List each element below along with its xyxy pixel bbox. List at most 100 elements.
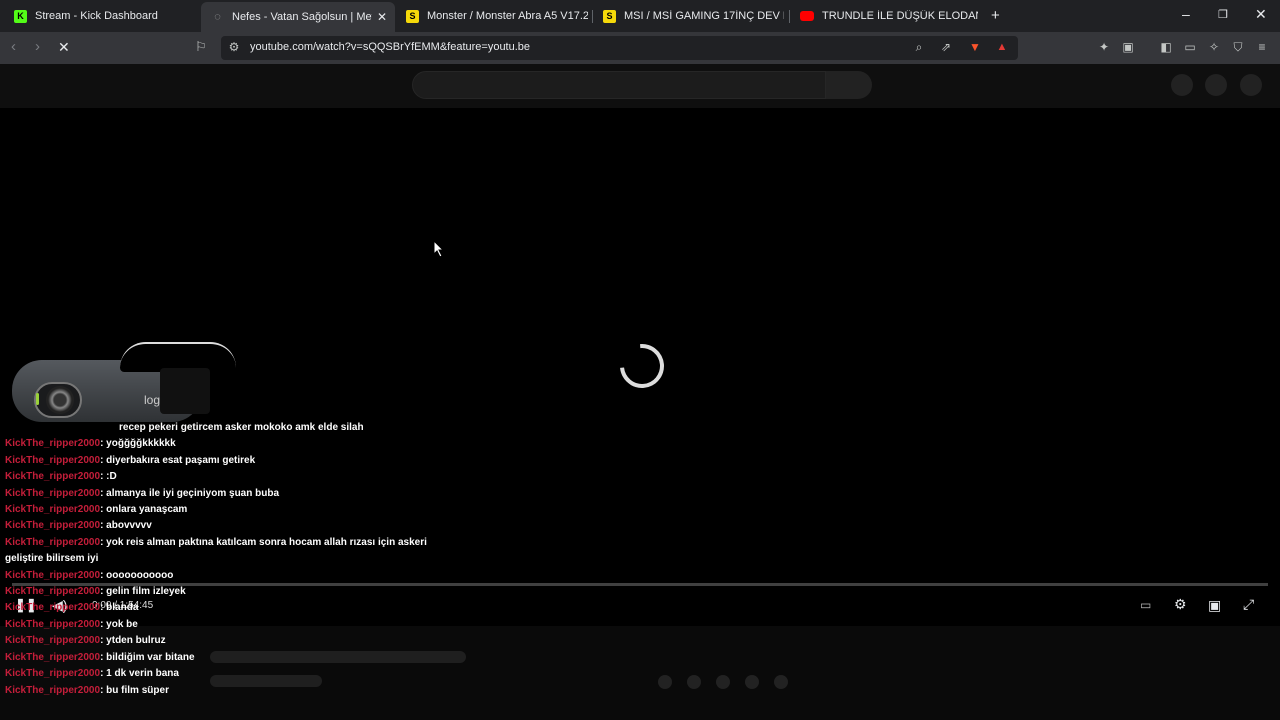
chat-message: KickThe_ripper2000: bildiğim var bitane <box>5 650 445 666</box>
header-icon-skeleton <box>1205 74 1227 96</box>
kick-favicon-icon: K <box>14 9 27 23</box>
chat-text: : ooooooooooo <box>100 569 174 581</box>
close-window-icon[interactable]: ✕ <box>1255 6 1267 23</box>
chat-message: KickThe_ripper2000: almanya ile iyi geçi… <box>5 486 445 502</box>
tab-label: MSI / MSİ GAMING 17İNÇ DEV EKRA <box>624 10 784 22</box>
chat-message: KickThe_ripper2000: diyerbakıra esat paş… <box>5 453 445 469</box>
chat-message: KickThe_ripper2000: :D <box>5 469 445 485</box>
chat-text: : yok be <box>100 618 138 630</box>
vpn-icon[interactable]: ⛉ <box>1230 39 1246 55</box>
header-icon-skeleton <box>1171 74 1193 96</box>
leo-ai-icon[interactable]: ✧ <box>1206 39 1222 55</box>
webcam-lens-ring <box>46 386 74 414</box>
chat-username: KickThe_ripper2000 <box>5 454 101 466</box>
loading-favicon-icon: ◌ <box>214 11 221 23</box>
chat-text: : gelin film izleyek <box>100 586 186 598</box>
chat-message: recep pekeri getircem asker mokoko amk e… <box>5 420 445 436</box>
cap-figure <box>160 368 210 414</box>
back-icon[interactable]: ‹ <box>11 38 16 55</box>
chat-text: : yoğğğğkkkkkk <box>100 438 176 450</box>
wallet-icon[interactable]: ▭ <box>1182 39 1198 55</box>
chat-text: : ytden bulruz <box>100 635 166 647</box>
s-favicon-icon: S <box>603 9 616 23</box>
chat-username: KickThe_ripper2000 <box>5 635 101 647</box>
action-skeleton <box>774 675 788 689</box>
fullscreen-icon[interactable]: ⤢ <box>1243 596 1254 613</box>
chat-username: KickThe_ripper2000 <box>5 520 101 532</box>
chat-text: : bildiğim var bitane <box>100 651 195 663</box>
tab-kick-dashboard[interactable]: K Stream - Kick Dashboard <box>4 4 200 28</box>
chat-message: KickThe_ripper2000: blanda <box>5 600 445 616</box>
action-skeleton <box>658 675 672 689</box>
chat-message: KickThe_ripper2000: abovvvvv <box>5 518 445 534</box>
chat-text: : 1 dk verin bana <box>100 668 179 680</box>
action-skeleton <box>687 675 701 689</box>
youtube-favicon-icon <box>800 11 814 21</box>
chat-username: KickThe_ripper2000 <box>5 487 101 499</box>
zoom-icon[interactable]: ⌕ <box>911 39 927 55</box>
chat-text: : blanda <box>100 602 139 614</box>
search-button-skeleton[interactable] <box>826 71 872 99</box>
chat-message: KickThe_ripper2000: ooooooooooo <box>5 568 445 584</box>
chat-text: : almanya ile iyi geçiniyom şuan buba <box>100 487 280 499</box>
chat-username: KickThe_ripper2000 <box>5 438 101 450</box>
chat-text: : abovvvvv <box>100 520 152 532</box>
menu-icon[interactable]: ≡ <box>1254 39 1270 55</box>
brave-rewards-icon[interactable]: ▲ <box>994 39 1010 55</box>
brave-shields-icon[interactable]: ▼ <box>967 39 983 55</box>
chat-username: KickThe_ripper2000 <box>5 651 101 663</box>
close-tab-icon[interactable]: ✕ <box>377 10 387 24</box>
chat-username: KickThe_ripper2000 <box>5 569 101 581</box>
chat-text: recep pekeri getircem asker mokoko amk e… <box>119 422 364 433</box>
chat-message: KickThe_ripper2000: bu film süper <box>5 683 445 699</box>
stop-loading-icon[interactable]: ✕ <box>58 39 70 56</box>
tab-label: Monster / Monster Abra A5 V17.2.3 | <box>427 10 588 22</box>
tab-label: Nefes - Vatan Sağolsun | Mete H <box>232 11 372 23</box>
bookmark-icon[interactable]: ⚐ <box>195 39 207 55</box>
chat-username: KickThe_ripper2000 <box>5 618 101 630</box>
chat-username: KickThe_ripper2000 <box>5 504 101 516</box>
chat-text: : diyerbakıra esat paşamı getirek <box>100 454 256 466</box>
theater-mode-icon[interactable]: ▣ <box>1208 597 1221 614</box>
chat-message: KickThe_ripper2000: ytden bulruz <box>5 633 445 649</box>
chat-overlay: recep pekeri getircem asker mokoko amk e… <box>5 420 445 699</box>
chat-username: KickThe_ripper2000 <box>5 602 101 614</box>
tab-nefes-active[interactable]: ◌ Nefes - Vatan Sağolsun | Mete H ✕ <box>201 2 395 32</box>
settings-gear-icon[interactable]: ⚙ <box>1174 596 1187 613</box>
chat-text: : onlara yanaşcam <box>100 504 188 516</box>
tab-bar: K Stream - Kick Dashboard ◌ Nefes - Vata… <box>0 0 1280 32</box>
tab-msi[interactable]: S MSI / MSİ GAMING 17İNÇ DEV EKRA <box>593 4 787 28</box>
action-skeleton <box>745 675 759 689</box>
new-tab-icon[interactable]: + <box>991 7 1000 24</box>
chat-message: KickThe_ripper2000: 1 dk verin bana <box>5 666 445 682</box>
url-text[interactable]: youtube.com/watch?v=sQQSBrYfEMM&feature=… <box>250 41 530 53</box>
chat-text: : bu film süper <box>100 684 169 696</box>
search-input-skeleton[interactable] <box>412 71 826 99</box>
tab-label: TRUNDLE İLE DÜŞÜK ELODAN NASIL <box>822 10 978 22</box>
site-info-icon[interactable]: ⚙ <box>226 39 242 55</box>
chat-username: KickThe_ripper2000 <box>5 684 101 696</box>
minimize-icon[interactable]: – <box>1182 6 1190 22</box>
chat-message: KickThe_ripper2000: onlara yanaşcam <box>5 502 445 518</box>
tab-monster[interactable]: S Monster / Monster Abra A5 V17.2.3 | <box>396 4 588 28</box>
chat-username: KickThe_ripper2000 <box>5 471 101 483</box>
tab-trundle[interactable]: TRUNDLE İLE DÜŞÜK ELODAN NASIL <box>790 4 984 28</box>
chat-text: : :D <box>100 471 117 483</box>
action-skeleton <box>716 675 730 689</box>
chat-message: KickThe_ripper2000: yoğğğğkkkkkk <box>5 436 445 452</box>
avatar-skeleton <box>1240 74 1262 96</box>
chat-message: KickThe_ripper2000: yok be <box>5 617 445 633</box>
share-icon[interactable]: ⇗ <box>938 39 954 55</box>
subtitles-icon[interactable]: ▭ <box>1140 598 1151 612</box>
webcam-led <box>36 393 39 405</box>
tab-label: Stream - Kick Dashboard <box>35 10 158 22</box>
sidebar-icon[interactable]: ◧ <box>1158 39 1174 55</box>
restore-icon[interactable]: ❐ <box>1218 8 1228 21</box>
extensions-icon[interactable]: ✦ <box>1096 39 1112 55</box>
chat-username: KickThe_ripper2000 <box>5 668 101 680</box>
s-favicon-icon: S <box>406 9 419 23</box>
chat-username: KickThe_ripper2000 <box>5 536 101 548</box>
translate-icon[interactable]: ▣ <box>1120 39 1136 55</box>
forward-icon[interactable]: › <box>35 38 40 55</box>
chat-username: KickThe_ripper2000 <box>5 586 101 598</box>
